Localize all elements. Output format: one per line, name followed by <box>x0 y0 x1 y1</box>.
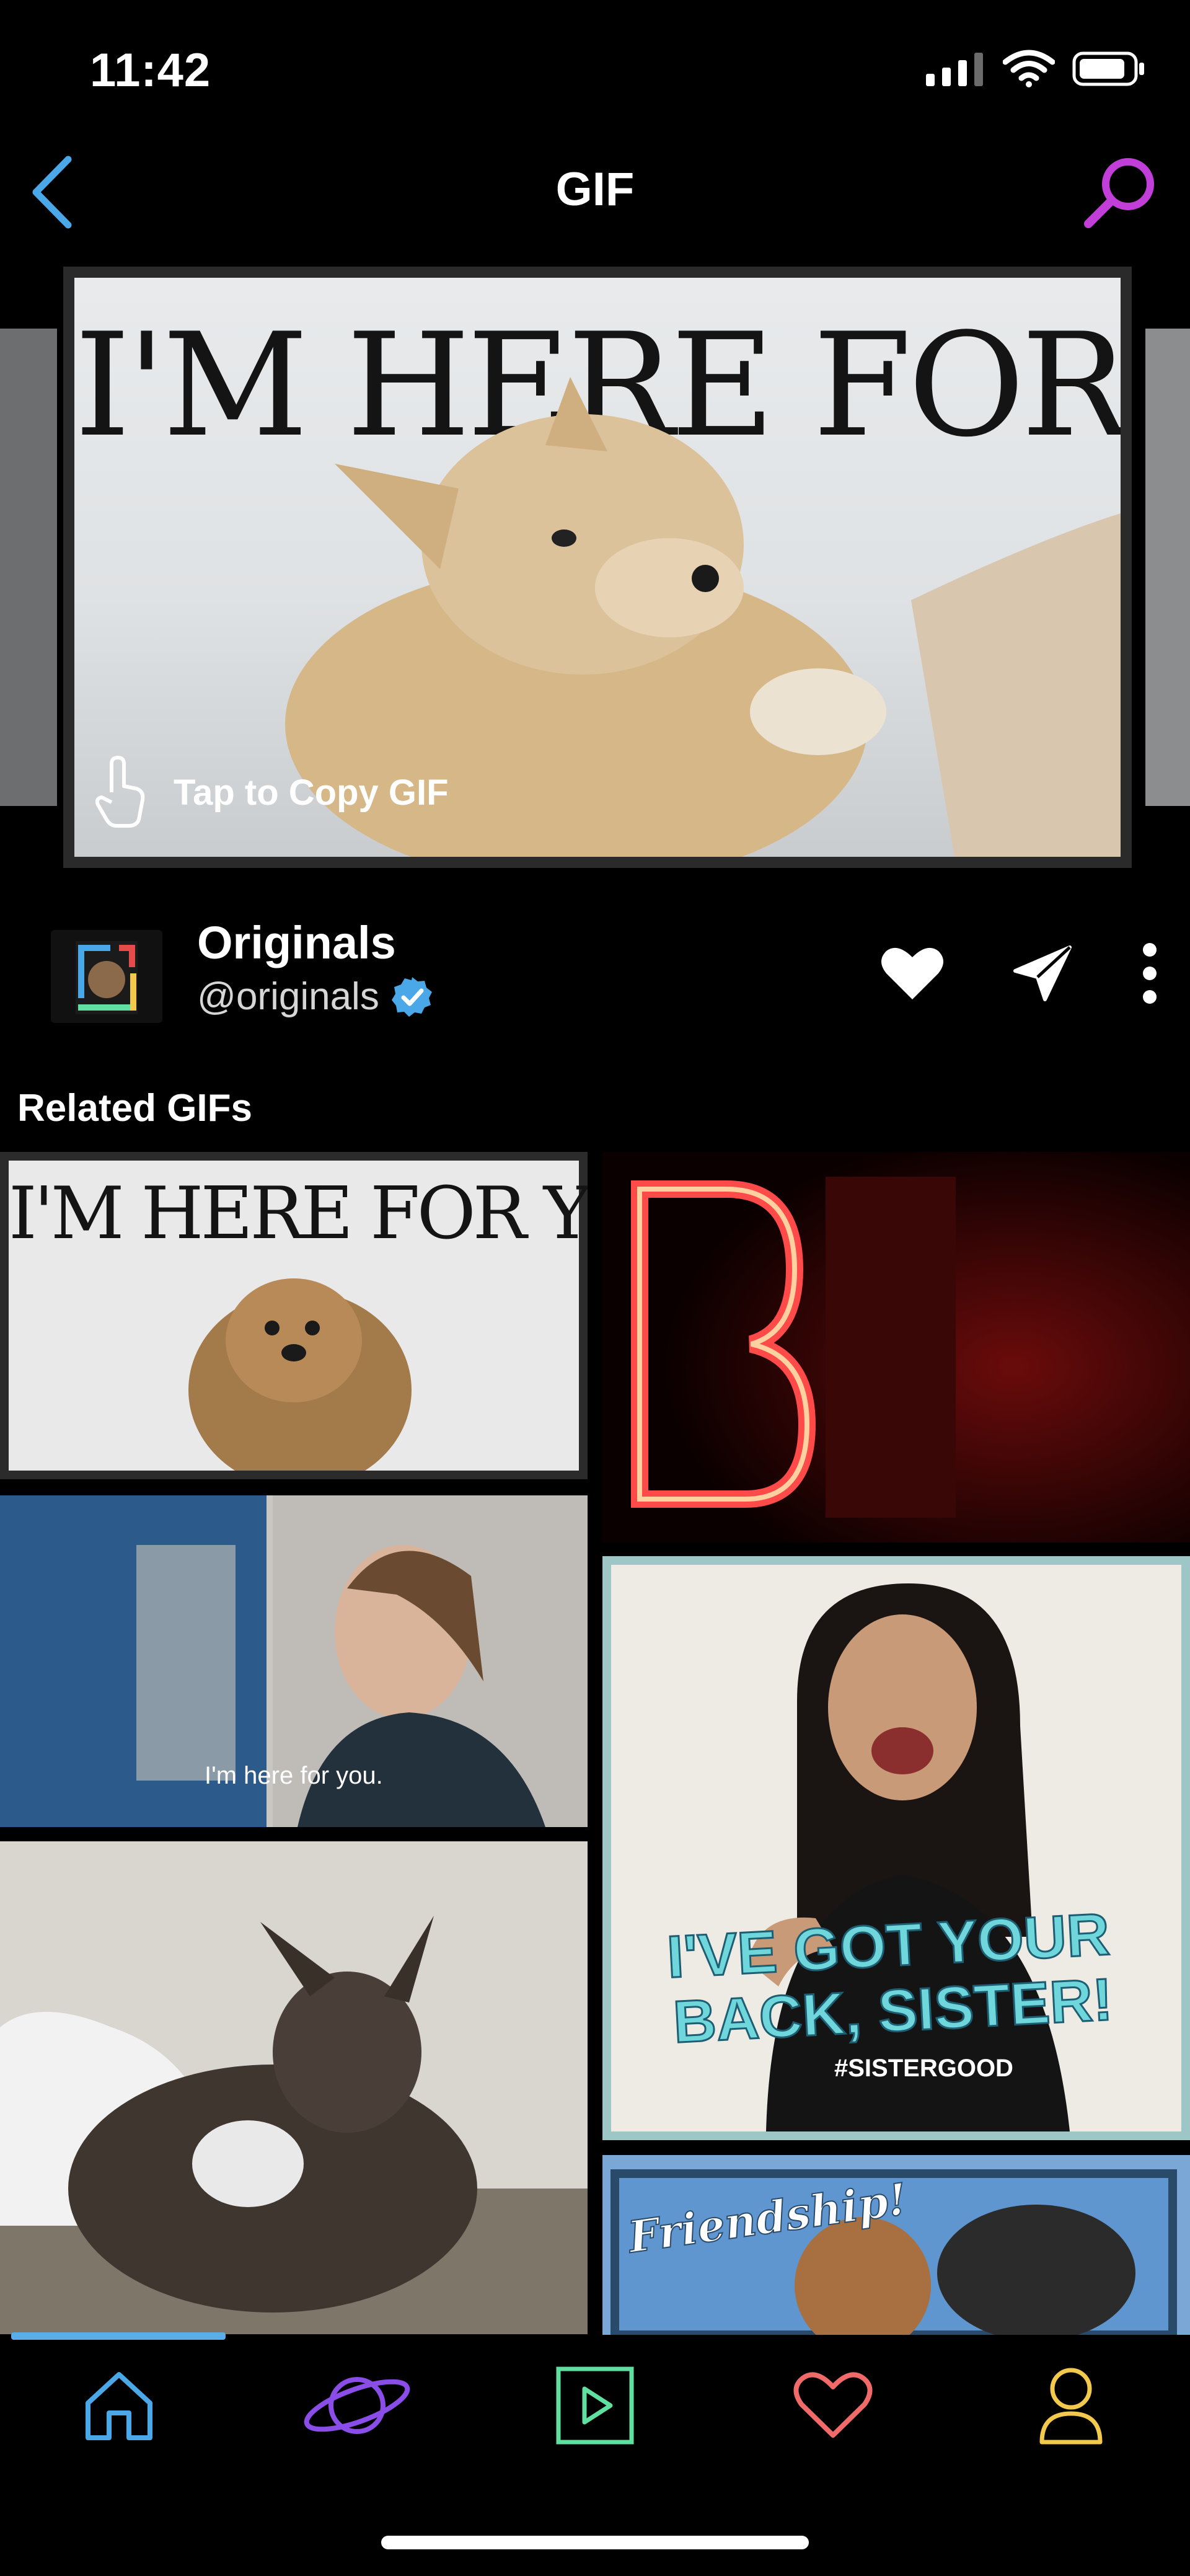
profile-icon <box>1039 2368 1103 2445</box>
related-gif-1-image: I'M HERE FOR YOU <box>9 1161 588 1471</box>
home-indicator[interactable] <box>381 2536 809 2549</box>
send-icon[interactable] <box>1013 945 1072 1002</box>
heart-icon[interactable] <box>880 945 945 1002</box>
search-button[interactable] <box>1080 152 1160 232</box>
tap-to-copy-hint[interactable]: Tap to Copy GIF <box>93 755 449 830</box>
search-icon <box>1084 158 1154 228</box>
verified-badge-icon <box>391 976 432 1017</box>
tap-to-copy-label: Tap to Copy GIF <box>174 772 449 813</box>
related-gif-6[interactable]: Friendship! <box>602 2155 1190 2335</box>
more-options-icon[interactable] <box>1140 942 1159 1004</box>
neon-letter-illustration <box>602 1152 1190 1543</box>
goats-illustration <box>0 1841 588 2334</box>
play-icon <box>556 2366 634 2445</box>
nav-home[interactable] <box>57 2356 181 2455</box>
related-gifs-title: Related GIFs <box>17 1087 252 1130</box>
avatar[interactable] <box>51 930 162 1023</box>
user-name[interactable]: Originals <box>197 916 396 969</box>
nav-explore[interactable] <box>295 2356 419 2455</box>
related-gif-3-caption: I'm here for you. <box>205 1762 383 1789</box>
user-handle-row[interactable]: @originals <box>197 975 434 1019</box>
user-handle: @originals <box>197 975 379 1018</box>
status-time: 11:42 <box>90 44 211 97</box>
planet-icon <box>304 2377 410 2434</box>
gif-actions <box>880 942 1159 1004</box>
home-icon <box>86 2372 152 2440</box>
related-gif-4-image: I'VE GOT YOUR BACK, SISTER! #SISTERGOOD <box>611 1565 1181 2131</box>
related-gif-4-tag: #SISTERGOOD <box>834 2055 1013 2082</box>
heart-outline-icon <box>793 2372 873 2438</box>
related-gif-2[interactable]: B <box>602 1152 1190 1543</box>
related-gif-1[interactable]: I'M HERE FOR YOU <box>0 1152 588 1479</box>
previous-gif-peek[interactable] <box>0 329 57 806</box>
nav-clips[interactable] <box>533 2356 657 2455</box>
next-gif-peek[interactable] <box>1145 329 1190 806</box>
page-title: GIF <box>555 163 635 216</box>
related-gif-5[interactable] <box>0 1841 588 2334</box>
bottom-nav <box>0 2356 1190 2455</box>
battery-icon <box>1072 51 1144 86</box>
active-tab-indicator <box>11 2332 226 2340</box>
tap-hand-icon <box>95 756 145 828</box>
puppy-illustration <box>188 1278 412 1471</box>
nav-profile[interactable] <box>1009 2356 1133 2455</box>
originals-logo-icon <box>76 941 138 1014</box>
status-icons <box>926 50 1147 88</box>
cellular-signal-icon <box>926 53 983 86</box>
nav-favorites[interactable] <box>771 2356 895 2455</box>
related-gif-3[interactable]: I'm here for you. <box>0 1495 588 1827</box>
related-gif-4[interactable]: I'VE GOT YOUR BACK, SISTER! #SISTERGOOD <box>602 1556 1190 2140</box>
wifi-icon <box>1003 50 1055 87</box>
